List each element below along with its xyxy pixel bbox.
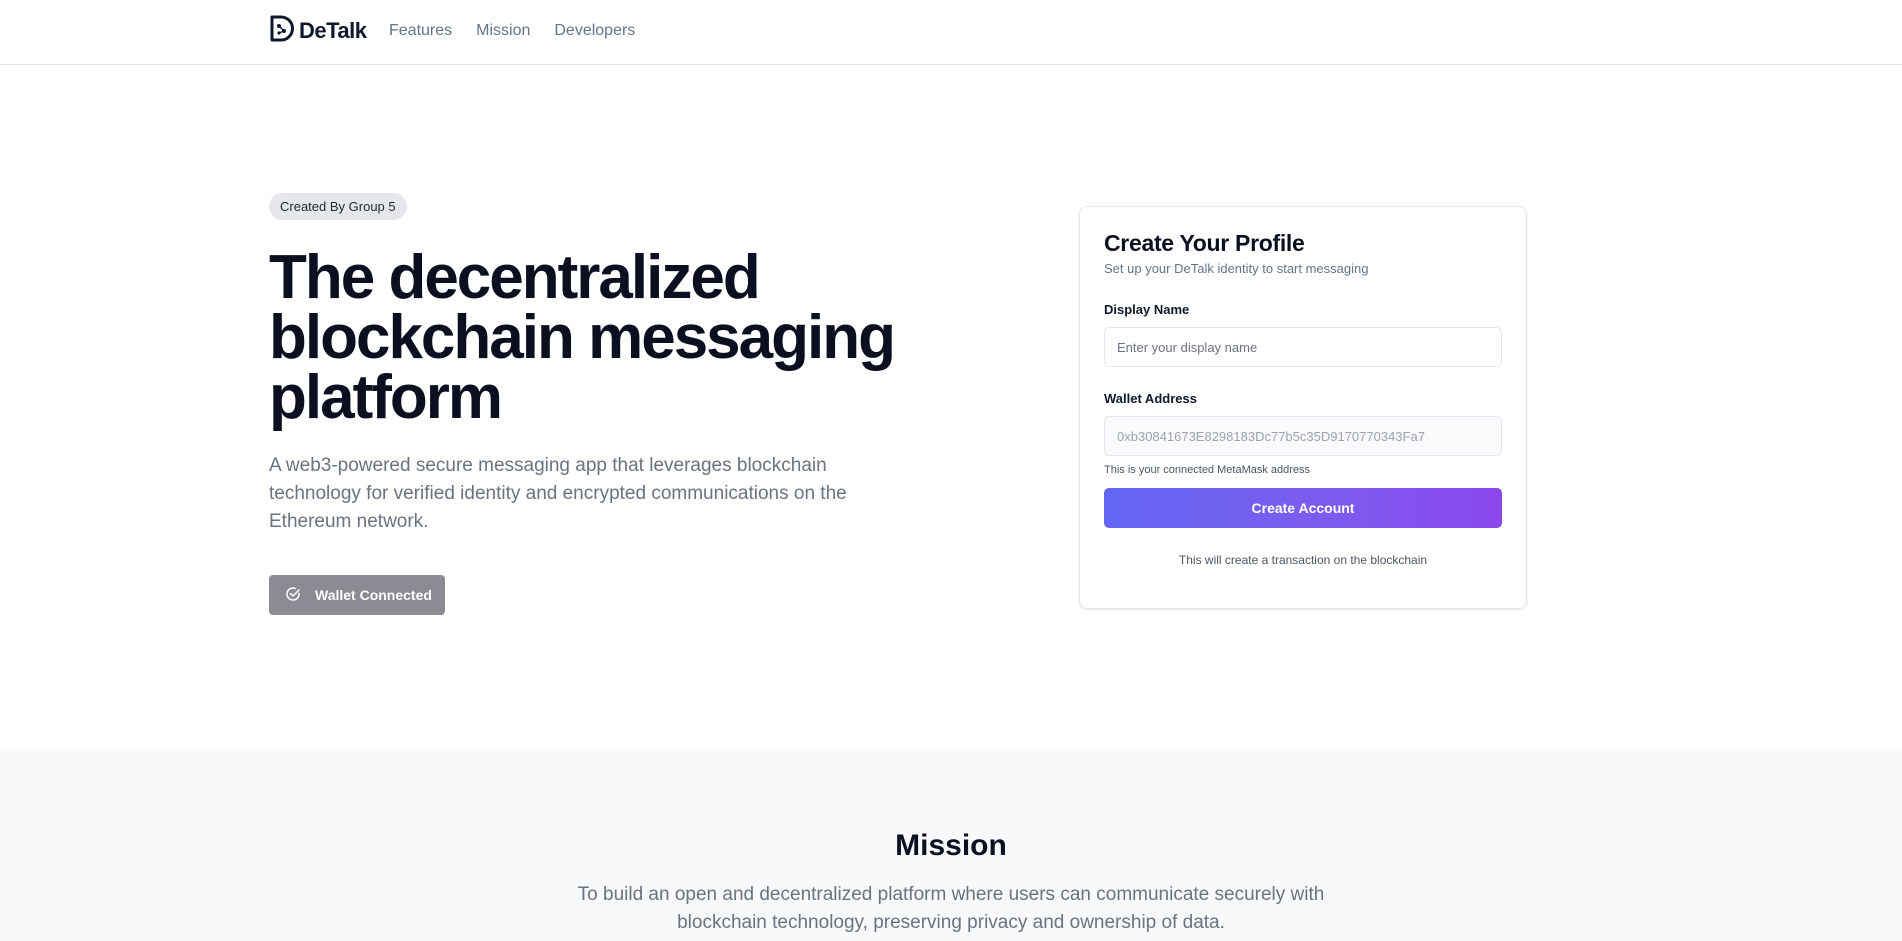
- nav-mission-link[interactable]: Mission: [476, 22, 530, 40]
- brand-name: DeTalk: [299, 18, 367, 43]
- mission-title: Mission: [895, 829, 1007, 862]
- top-navbar: DeTalk Features Mission Developers: [0, 0, 1902, 65]
- mission-section: Mission To build an open and decentraliz…: [0, 749, 1902, 941]
- mission-text: To build an open and decentralized platf…: [577, 884, 1325, 933]
- created-by-badge: Created By Group 5: [269, 193, 407, 220]
- transaction-note: This will create a transaction on the bl…: [1178, 553, 1428, 567]
- card-title: Create Your Profile: [1104, 230, 1305, 256]
- wallet-connected-label: Wallet Connected: [315, 587, 432, 603]
- wallet-address-label: Wallet Address: [1104, 391, 1197, 406]
- check-circle-icon: [285, 586, 301, 605]
- brand-logo-link[interactable]: DeTalk: [269, 15, 367, 47]
- wallet-hint: This is your connected MetaMask address: [1104, 464, 1311, 476]
- nav-features-link[interactable]: Features: [389, 22, 452, 40]
- nav-developers-link[interactable]: Developers: [554, 22, 635, 40]
- display-name-input[interactable]: [1104, 327, 1502, 367]
- hero-description: A web3-powered secure messaging app that…: [269, 455, 847, 532]
- detalk-logo-icon: [269, 15, 294, 47]
- hero-section: Created By Group 5 The decentralized blo…: [269, 193, 909, 615]
- card-subtitle: Set up your DeTalk identity to start mes…: [1104, 261, 1369, 276]
- main-nav: Features Mission Developers: [389, 22, 635, 40]
- wallet-connected-button[interactable]: Wallet Connected: [269, 575, 445, 615]
- hero-headline: The decentralized blockchain messaging p…: [269, 243, 896, 432]
- create-account-button[interactable]: Create Account: [1104, 488, 1502, 528]
- wallet-address-input: [1104, 416, 1502, 456]
- display-name-label: Display Name: [1104, 302, 1190, 317]
- create-profile-card: Create Your Profile Set up your DeTalk i…: [1079, 206, 1527, 609]
